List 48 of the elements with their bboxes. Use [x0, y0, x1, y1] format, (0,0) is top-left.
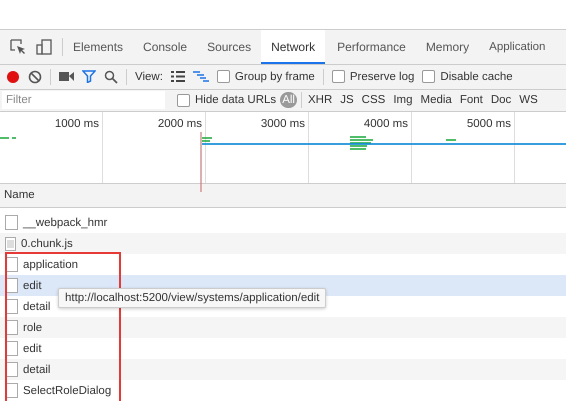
toolbar-checkbox[interactable]: Disable cache [422, 70, 513, 84]
request-name[interactable]: 0.chunk.js [21, 238, 73, 250]
panel-tab[interactable]: Performance [327, 30, 416, 64]
inspect-element-icon[interactable] [10, 39, 26, 56]
panel-tab[interactable]: Elements [63, 30, 134, 64]
request-name[interactable]: edit [23, 280, 42, 292]
resource-type-filter[interactable]: Font [458, 92, 485, 108]
device-toolbar-icon[interactable] [36, 39, 52, 56]
url-tooltip: http://localhost:5200/view/systems/application/edit [58, 288, 326, 308]
time-tick-label: 4000 ms [364, 118, 408, 130]
request-name[interactable]: SelectRoleDialog [23, 384, 112, 396]
resource-type-filter[interactable]: JS [338, 92, 356, 108]
search-icon[interactable] [104, 70, 118, 84]
filter-field[interactable]: Filter [2, 91, 165, 110]
filter-icon[interactable] [82, 70, 96, 84]
resource-type-filter[interactable]: Img [391, 92, 414, 108]
resource-type-filter[interactable]: XHR [306, 92, 334, 108]
request-name[interactable]: role [23, 322, 42, 334]
time-tick-label: 3000 ms [260, 118, 305, 130]
toolbar-checkbox[interactable]: Preserve log [332, 70, 414, 84]
hide-data-urls-checkbox[interactable]: Hide data URLs [177, 94, 276, 107]
view-label: View: [135, 70, 163, 83]
resource-type-filter[interactable]: Media [418, 92, 454, 108]
resource-type-filter[interactable]: WS [517, 92, 540, 108]
clear-icon[interactable] [28, 70, 42, 84]
document-icon [5, 236, 16, 250]
request-name[interactable]: application [23, 258, 78, 270]
panel-tab[interactable]: Application [479, 30, 546, 64]
request-name[interactable]: detail [23, 364, 50, 376]
time-tick-label: 5000 ms [466, 118, 511, 130]
panel-tab[interactable]: Memory [416, 30, 480, 64]
request-name[interactable]: __webpack_hmr [23, 216, 108, 228]
column-header: Name [4, 189, 35, 202]
panel-tab[interactable]: Network [261, 30, 326, 64]
file-icon [5, 215, 18, 230]
time-tick-label: 2000 ms [158, 118, 202, 130]
video-camera-icon[interactable] [59, 71, 74, 82]
panel-tab[interactable]: Console [133, 30, 198, 64]
record-icon[interactable] [6, 70, 20, 84]
toolbar-checkbox[interactable]: Group by frame [216, 70, 315, 84]
time-tick-label: 1000 ms [54, 118, 99, 130]
waterfall-view-icon[interactable] [192, 71, 209, 82]
resource-type-filter[interactable]: CSS [360, 92, 388, 108]
request-name[interactable]: detail [23, 300, 50, 312]
panel-tab[interactable]: Sources [197, 30, 262, 64]
list-view-icon[interactable] [170, 71, 185, 82]
resource-type-filter[interactable]: Doc [488, 92, 514, 108]
request-name[interactable]: edit [23, 342, 42, 354]
